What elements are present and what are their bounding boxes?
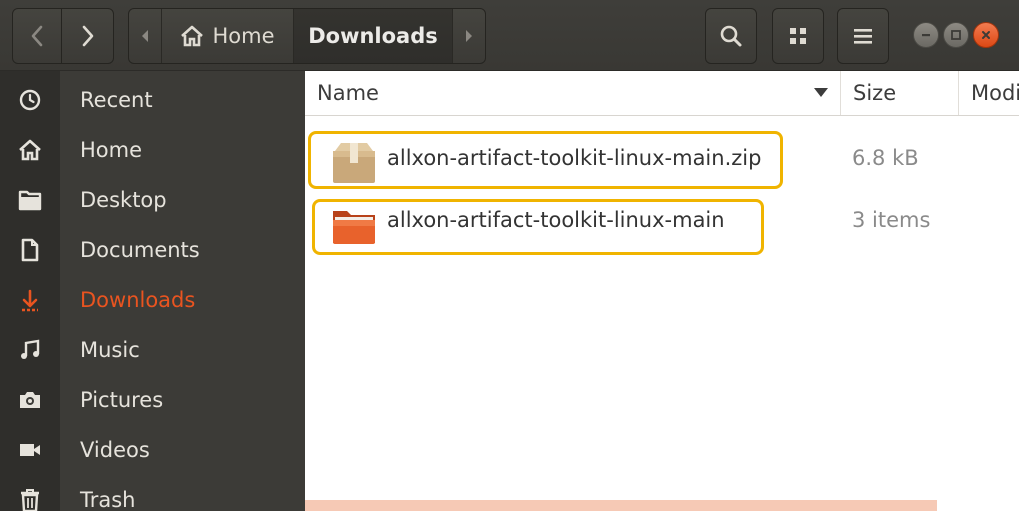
minimize-icon	[922, 34, 930, 37]
path-item-home[interactable]: Home	[162, 9, 294, 63]
chevron-right-icon	[82, 25, 93, 47]
sort-down-icon	[814, 88, 828, 97]
sidebar-item-label: Videos	[80, 438, 150, 462]
sidebar-item-label: Documents	[80, 238, 200, 262]
video-icon	[16, 436, 44, 464]
path-item-label: Home	[212, 24, 275, 48]
column-size-label: Size	[853, 81, 897, 105]
back-button[interactable]	[12, 8, 62, 64]
sidebar-item-label: Trash	[80, 488, 136, 511]
folder-icon	[16, 186, 44, 214]
file-size: 6.8 kB	[852, 146, 919, 170]
music-icon	[16, 336, 44, 364]
sidebar-item-trash[interactable]: Trash	[0, 475, 305, 511]
maximize-icon	[951, 30, 961, 40]
sidebar-item-label: Downloads	[80, 288, 196, 312]
triangle-right-icon	[466, 30, 472, 42]
file-size: 3 items	[852, 208, 931, 232]
trash-icon	[16, 486, 44, 511]
clock-icon	[16, 86, 44, 114]
sidebar-item-desktop[interactable]: Desktop	[0, 175, 305, 225]
menu-button[interactable]	[837, 8, 889, 64]
column-name[interactable]: Name	[305, 71, 841, 115]
header-bar: Home Downloads	[0, 0, 1019, 71]
column-modified[interactable]: Modified	[959, 71, 1019, 115]
sidebar: Recent Home Desktop Documents Downloads …	[0, 71, 305, 511]
highlight-box-zip	[308, 131, 783, 189]
sidebar-item-downloads[interactable]: Downloads	[0, 275, 305, 325]
column-header: Name Size Modified	[305, 71, 1019, 116]
column-modified-label: Modified	[971, 81, 1019, 105]
chevron-left-icon	[31, 25, 43, 47]
grid-icon	[790, 28, 806, 44]
path-scroll-right[interactable]	[452, 9, 485, 63]
sidebar-item-label: Desktop	[80, 188, 167, 212]
sidebar-item-label: Music	[80, 338, 140, 362]
sidebar-item-label: Home	[80, 138, 143, 162]
path-bar: Home Downloads	[128, 8, 486, 64]
column-size[interactable]: Size	[841, 71, 959, 115]
search-icon	[720, 25, 742, 47]
document-icon	[16, 236, 44, 264]
sidebar-item-home[interactable]: Home	[0, 125, 305, 175]
camera-icon	[16, 386, 44, 414]
forward-button[interactable]	[61, 8, 114, 64]
home-icon	[16, 136, 44, 164]
maximize-button[interactable]	[943, 22, 969, 48]
download-icon	[16, 286, 44, 314]
hamburger-icon	[854, 29, 872, 44]
column-name-label: Name	[317, 81, 379, 105]
highlight-box-folder	[312, 199, 764, 255]
sidebar-item-label: Pictures	[80, 388, 164, 412]
search-button[interactable]	[705, 8, 757, 64]
sidebar-item-recent[interactable]: Recent	[0, 75, 305, 125]
file-list: Name Size Modified allxon-artifact-toolk…	[305, 71, 1019, 511]
home-icon	[181, 25, 204, 47]
triangle-left-icon	[142, 30, 148, 42]
close-icon	[982, 31, 990, 39]
view-toggle-button[interactable]	[772, 8, 824, 64]
horizontal-scrollbar[interactable]	[305, 500, 937, 511]
sidebar-item-documents[interactable]: Documents	[0, 225, 305, 275]
sidebar-item-label: Recent	[80, 88, 153, 112]
minimize-button[interactable]	[913, 22, 939, 48]
sidebar-item-videos[interactable]: Videos	[0, 425, 305, 475]
path-item-label: Downloads	[308, 24, 438, 48]
sidebar-item-pictures[interactable]: Pictures	[0, 375, 305, 425]
close-button[interactable]	[973, 22, 999, 48]
path-item-downloads[interactable]: Downloads	[294, 9, 452, 63]
sidebar-item-music[interactable]: Music	[0, 325, 305, 375]
path-scroll-left[interactable]	[129, 9, 162, 63]
